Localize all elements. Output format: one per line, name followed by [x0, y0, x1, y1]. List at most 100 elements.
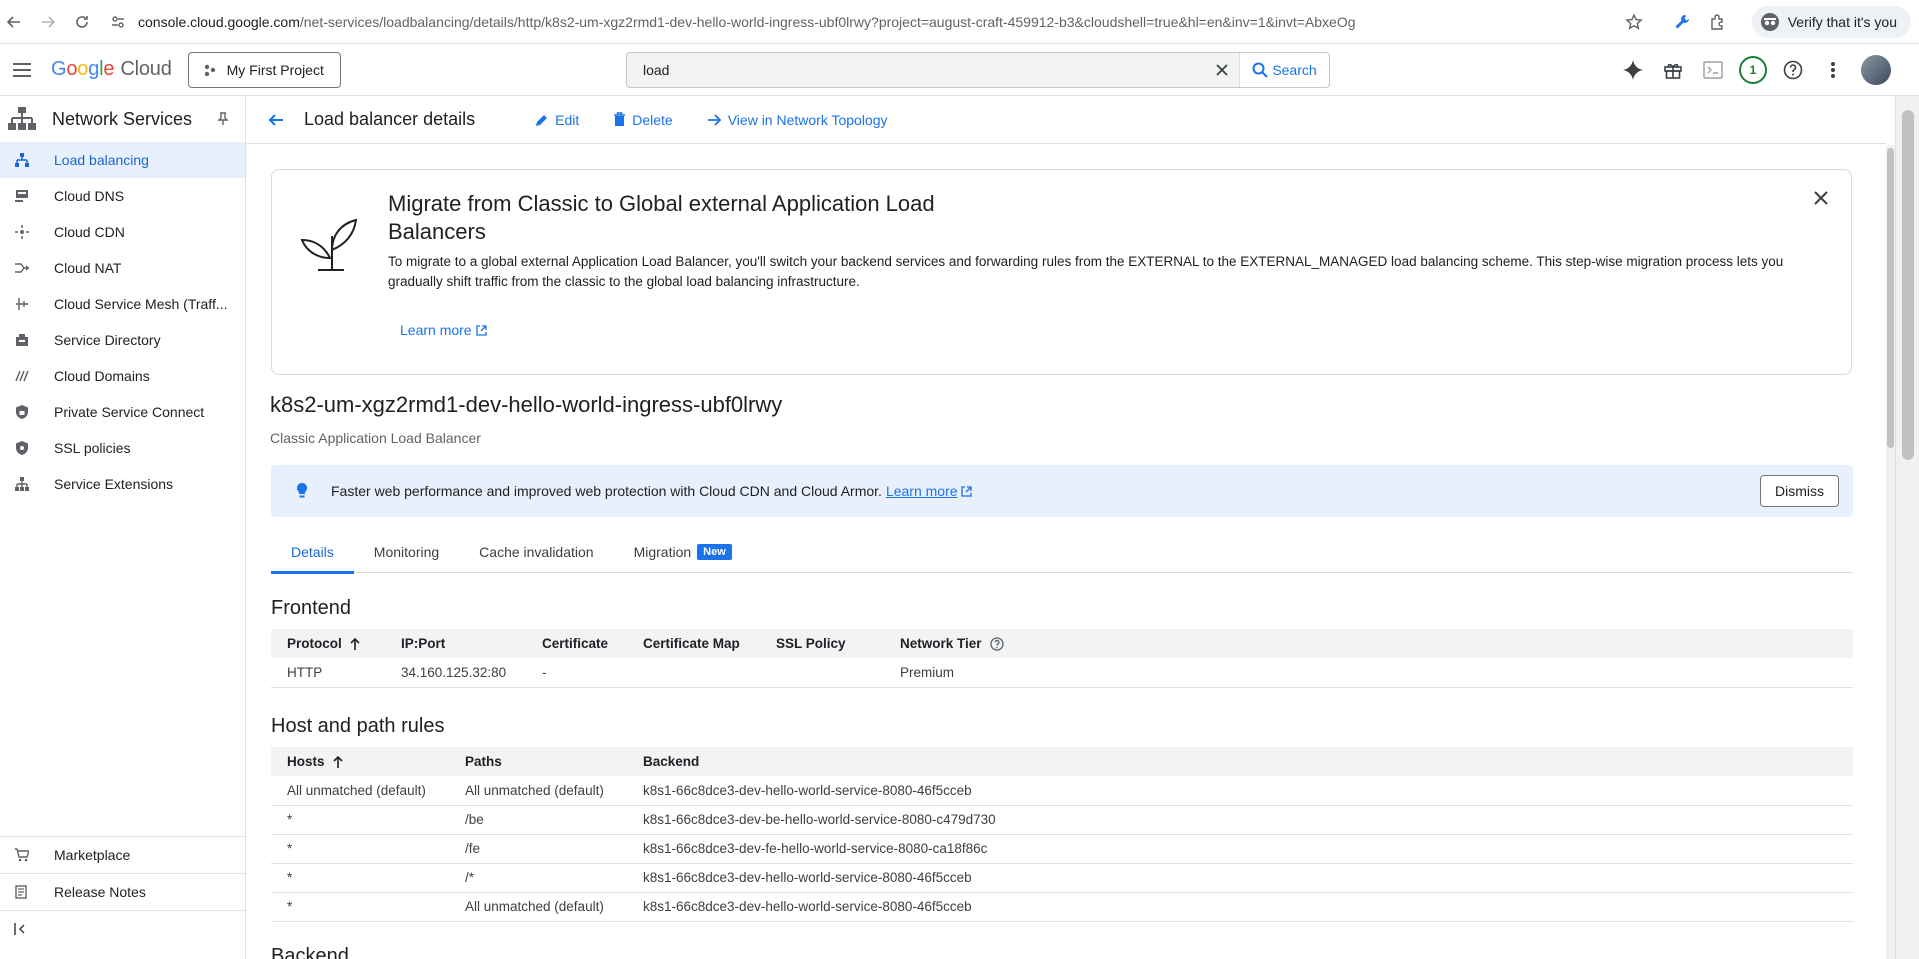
banner-learn-more-link[interactable]: Learn more: [886, 483, 972, 499]
column-header: IP:Port: [385, 629, 526, 658]
tab-monitoring[interactable]: Monitoring: [354, 531, 459, 573]
migration-learn-more-link[interactable]: Learn more: [400, 322, 487, 338]
domains-icon: [14, 368, 30, 384]
page-title: Load balancer details: [304, 109, 476, 129]
host-path-section-title: Host and path rules: [271, 715, 445, 737]
sidebar-item-cloud-nat[interactable]: Cloud NAT: [0, 250, 245, 286]
trash-icon: [613, 112, 626, 127]
column-header: Certificate Map: [627, 629, 760, 658]
page-scrollbar[interactable]: [1895, 96, 1919, 959]
logo-letter: G: [51, 58, 67, 80]
sidebar-item-service-extensions[interactable]: Service Extensions: [0, 466, 245, 502]
column-header-label: Network Tier: [900, 636, 982, 651]
view-topology-button[interactable]: View in Network Topology: [707, 112, 888, 128]
tab-details[interactable]: Details: [271, 531, 354, 574]
tab-cache-invalidation[interactable]: Cache invalidation: [459, 531, 613, 573]
sidebar-item-service-directory[interactable]: Service Directory: [0, 322, 245, 358]
sidebar-item-label: Private Service Connect: [54, 404, 205, 420]
forward-arrow-icon[interactable]: [34, 8, 62, 36]
table-row: * /be k8s1-66c8dce3-dev-be-hello-world-s…: [271, 805, 1853, 835]
sidebar-item-cloud-domains[interactable]: Cloud Domains: [0, 358, 245, 394]
main-menu-icon[interactable]: [4, 52, 40, 88]
sidebar-item-ssl-policies[interactable]: SSL policies: [0, 430, 245, 466]
service-extensions-icon: [14, 476, 30, 492]
sidebar-header: Network Services: [0, 96, 245, 142]
google-cloud-logo[interactable]: Google Cloud: [51, 58, 172, 81]
project-picker-button[interactable]: My First Project: [187, 51, 341, 88]
column-header: Certificate: [526, 629, 627, 658]
avatar[interactable]: [1861, 55, 1891, 85]
gemini-sparkle-icon[interactable]: [1615, 52, 1651, 88]
banner-text: Faster web performance and improved web …: [331, 483, 882, 499]
search-icon: [1252, 62, 1269, 78]
sort-arrow-up-icon: [332, 755, 343, 768]
delete-button[interactable]: Delete: [613, 112, 673, 128]
pin-icon[interactable]: [217, 112, 229, 126]
logo-letter: g: [88, 58, 100, 80]
site-settings-icon[interactable]: [110, 14, 126, 30]
service-directory-icon: [14, 332, 30, 348]
column-header[interactable]: Hosts: [271, 747, 449, 776]
collapse-sidebar-icon[interactable]: [14, 922, 28, 936]
more-vert-icon[interactable]: [1815, 52, 1851, 88]
migration-card: Migrate from Classic to Global external …: [271, 169, 1852, 375]
sidebar-divider: [0, 910, 246, 911]
table-cell: HTTP: [271, 658, 385, 688]
lightbulb-icon: [297, 483, 307, 499]
gift-icon[interactable]: [1655, 52, 1691, 88]
table-cell: All unmatched (default): [449, 776, 627, 806]
notifications-badge[interactable]: 1: [1735, 52, 1771, 88]
bookmark-star-icon[interactable]: [1620, 8, 1648, 36]
edit-button[interactable]: Edit: [535, 112, 579, 128]
cloud-shell-terminal-icon[interactable]: [1695, 52, 1731, 88]
arrow-right-icon: [707, 113, 722, 127]
extensions-puzzle-icon[interactable]: [1704, 8, 1732, 36]
table-cell: [760, 658, 884, 688]
banner-link-label: Learn more: [885, 483, 958, 499]
page-scrollbar-thumb[interactable]: [1902, 110, 1914, 460]
tab-migration[interactable]: Migration New: [614, 531, 752, 573]
address-bar[interactable]: console.cloud.google.com/net-services/lo…: [110, 7, 1550, 37]
help-circle-icon[interactable]: [989, 636, 1004, 651]
project-name: My First Project: [226, 61, 324, 78]
plant-sprout-icon: [300, 210, 360, 274]
sidebar-item-label: SSL policies: [54, 440, 131, 456]
back-arrow-icon[interactable]: [262, 106, 290, 134]
clear-search-icon[interactable]: [1205, 53, 1239, 87]
verify-identity-button[interactable]: Verify that it's you: [1751, 6, 1911, 38]
dismiss-button[interactable]: Dismiss: [1760, 475, 1839, 507]
reload-icon[interactable]: [68, 8, 96, 36]
sidebar-item-cloud-cdn[interactable]: Cloud CDN: [0, 214, 245, 250]
help-icon[interactable]: [1775, 52, 1811, 88]
search-button[interactable]: Search: [1239, 53, 1329, 87]
detail-tabs: Details Monitoring Cache invalidation Mi…: [271, 531, 1853, 574]
sidebar-item-label: Cloud NAT: [54, 260, 122, 276]
console-header: Google Cloud My First Project Search: [0, 44, 1919, 96]
sidebar-item-release-notes[interactable]: Release Notes: [0, 874, 246, 910]
sidebar-item-marketplace[interactable]: Marketplace: [0, 837, 246, 873]
search-input[interactable]: [627, 53, 1205, 87]
sidebar-item-load-balancing[interactable]: Load balancing: [0, 142, 245, 178]
table-cell: *: [271, 863, 449, 893]
table-cell: 34.160.125.32:80: [385, 658, 526, 688]
sidebar-item-label: Cloud Service Mesh (Traff...: [54, 296, 228, 312]
sidebar-item-label: Service Directory: [54, 332, 161, 348]
sidebar-item-service-mesh[interactable]: Cloud Service Mesh (Traff...: [0, 286, 245, 322]
logo-letter: e: [103, 58, 115, 80]
sidebar-item-cloud-dns[interactable]: Cloud DNS: [0, 178, 245, 214]
backend-section-title: Backend: [271, 945, 349, 959]
column-header[interactable]: Protocol: [271, 629, 385, 658]
sidebar-title: Network Services: [52, 108, 193, 129]
sidebar-item-private-service-connect[interactable]: Private Service Connect: [0, 394, 245, 430]
extension-wrench-icon[interactable]: [1668, 8, 1696, 36]
table-cell: *: [271, 834, 449, 864]
column-header: SSL Policy: [760, 629, 884, 658]
close-icon[interactable]: [1809, 186, 1833, 210]
table-cell: All unmatched (default): [449, 892, 627, 922]
back-arrow-icon[interactable]: [0, 8, 28, 36]
table-row: * /* k8s1-66c8dce3-dev-hello-world-servi…: [271, 863, 1853, 893]
content-scrollbar[interactable]: [1886, 145, 1895, 959]
tab-migration-label: Migration: [633, 544, 692, 560]
content-scrollbar-thumb[interactable]: [1887, 148, 1894, 448]
external-link-icon: [475, 324, 487, 336]
